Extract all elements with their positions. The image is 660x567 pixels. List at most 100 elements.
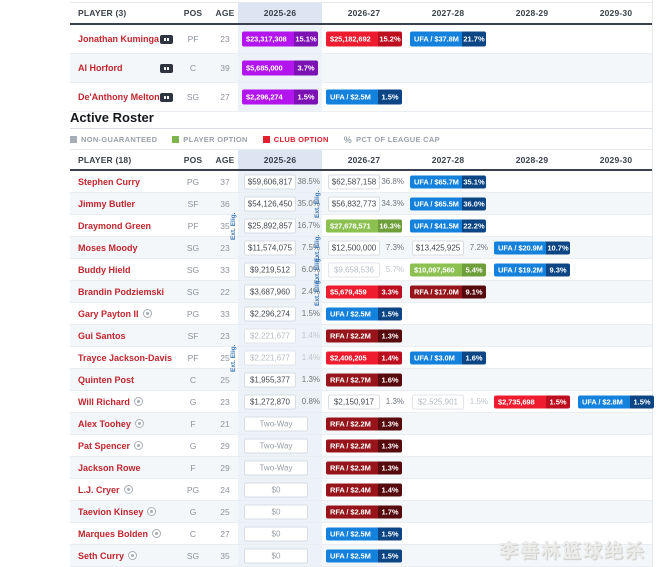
- player-note-icon[interactable]: [152, 529, 161, 538]
- player-cell: Gary Payton II: [78, 303, 152, 324]
- player-note-icon[interactable]: [134, 397, 143, 406]
- cap-pct: 1.3%: [296, 369, 320, 390]
- salary-value: RFA / $2.2M: [326, 439, 378, 452]
- player-name-link[interactable]: Gary Payton II: [78, 309, 139, 319]
- legend-label: CLUB OPTION: [274, 135, 329, 144]
- salary-value: UFA / $2.5M: [326, 90, 378, 105]
- rfa-pill: RFA / $2.3M1.3%: [326, 461, 402, 474]
- cap-pct: 1.3%: [378, 439, 402, 452]
- col-header-season-2026-27: 2026-27: [322, 3, 406, 23]
- age-cell: 33: [205, 303, 245, 324]
- row-moses-moody: Moses MoodySG23$11,574,0757.5%$12,500,00…: [70, 237, 652, 259]
- cap-pct: 1.5%: [378, 527, 402, 540]
- player-note-icon[interactable]: [147, 507, 156, 516]
- row-gary-payton-ii: Gary Payton IIPG33$2,296,2741.5%UFA / $2…: [70, 303, 652, 325]
- salary-box: $2,221,677: [244, 350, 296, 365]
- salary-value: RFA / $2.7M: [326, 373, 378, 386]
- age-cell: 29: [205, 435, 245, 456]
- player-name-link[interactable]: Draymond Green: [78, 221, 151, 231]
- cap-pct: 3.7%: [294, 61, 318, 76]
- salary-value: $2,735,698: [494, 395, 546, 408]
- age-cell: 35: [205, 545, 245, 566]
- player-cell: Will Richard: [78, 391, 143, 412]
- age-cell: 22: [205, 281, 245, 302]
- active-roster-table: PLAYER (18)POSAGE2025-262026-272027-2820…: [70, 149, 652, 567]
- player-name-link[interactable]: Moses Moody: [78, 243, 138, 253]
- legend: NON-GUARANTEEDPLAYER OPTIONCLUB OPTION%P…: [70, 133, 440, 146]
- player-name-link[interactable]: Seth Curry: [78, 551, 124, 561]
- player-name-link[interactable]: Trayce Jackson-Davis: [78, 353, 172, 363]
- cap-pct: 15.2%: [378, 32, 402, 47]
- salary-box: $0: [244, 504, 308, 519]
- player-name-link[interactable]: Gui Santos: [78, 331, 126, 341]
- player-name-link[interactable]: Quinten Post: [78, 375, 134, 385]
- ufa-pill: UFA / $65.5M36.0%: [410, 197, 486, 210]
- col-header-season-2029-30: 2029-30: [574, 150, 658, 169]
- note-dot: [138, 422, 141, 425]
- player-name-link[interactable]: Alex Toohey: [78, 419, 131, 429]
- player-note-icon[interactable]: [135, 419, 144, 428]
- player-name-link[interactable]: Jonathan Kuminga: [78, 34, 159, 44]
- player-name-link[interactable]: Jackson Rowe: [78, 463, 141, 473]
- contract-badge-icon: [160, 64, 173, 73]
- salary-box: Two-Way: [244, 416, 308, 431]
- cap-pct: 16.3%: [378, 219, 402, 232]
- salary-box: $2,525,901: [412, 394, 464, 409]
- cap-pct: 7.3%: [380, 237, 404, 258]
- note-dot: [137, 444, 140, 447]
- player-cell: Jimmy Butler: [78, 193, 135, 214]
- age-cell: 23: [205, 237, 245, 258]
- player-name-link[interactable]: Brandin Podziemski: [78, 287, 164, 297]
- player-name-link[interactable]: Marques Bolden: [78, 529, 148, 539]
- player-name-link[interactable]: Will Richard: [78, 397, 130, 407]
- player-name-link[interactable]: Buddy Hield: [78, 265, 131, 275]
- age-cell: 25: [205, 369, 245, 390]
- cap-pct: 35.1%: [462, 175, 486, 188]
- legend-item-club-option: CLUB OPTION: [263, 135, 329, 144]
- salary-cap-page: PLAYER (3)POSAGE2025-262026-272027-28202…: [70, 0, 653, 567]
- player-name-link[interactable]: Jimmy Butler: [78, 199, 135, 209]
- player-name-link[interactable]: Taevion Kinsey: [78, 507, 143, 517]
- player-note-icon[interactable]: [128, 551, 137, 560]
- badge-mark: [167, 96, 169, 99]
- salary-value: RFA / $2.2M: [326, 417, 378, 430]
- row-jackson-rowe: Jackson RoweF29Two-WayRFA / $2.3M1.3%: [70, 457, 652, 479]
- player-cell: De'Anthony Melton: [78, 83, 173, 111]
- player-name-link[interactable]: Stephen Curry: [78, 177, 140, 187]
- player-name-link[interactable]: Pat Spencer: [78, 441, 130, 451]
- ufa-pill: UFA / $41.5M22.2%: [410, 219, 486, 232]
- player-note-icon[interactable]: [134, 441, 143, 450]
- ext-elig-tag: Ext. Elig.: [229, 342, 238, 374]
- age-cell: 25: [205, 347, 245, 368]
- salary-value: UFA / $19.2M: [494, 263, 546, 276]
- legend-label: PLAYER OPTION: [183, 135, 247, 144]
- row-quinten-post: Quinten PostC25$1,955,3771.3%RFA / $2.7M…: [70, 369, 652, 391]
- cap-pct: 1.3%: [378, 329, 402, 342]
- age-cell: 37: [205, 171, 245, 192]
- player-note-icon[interactable]: [124, 485, 133, 494]
- salary-option-pill: $23,317,30815.1%: [242, 32, 318, 47]
- cap-pct: 1.6%: [378, 373, 402, 386]
- cap-pct: 1.5%: [630, 395, 654, 408]
- player-name-link[interactable]: Al Horford: [78, 63, 123, 73]
- salary-value: $2,406,205: [326, 351, 378, 364]
- salary-box: $25,892,857: [244, 218, 296, 233]
- cap-pct: 1.4%: [296, 325, 320, 346]
- salary-value: $10,097,560: [410, 263, 462, 276]
- salary-value: RFA / $2.2M: [326, 329, 378, 342]
- badge-mark: [167, 67, 169, 70]
- ufa-pill: UFA / $2.5M1.5%: [326, 307, 402, 320]
- player-cell: Jackson Rowe: [78, 457, 141, 478]
- rfa-pill: RFA / $17.0M9.1%: [410, 285, 486, 298]
- note-dot: [137, 400, 140, 403]
- player-note-icon[interactable]: [143, 309, 152, 318]
- salary-box: Two-Way: [244, 460, 308, 475]
- note-dot: [150, 510, 153, 513]
- player-name-link[interactable]: L.J. Cryer: [78, 485, 120, 495]
- contract-badge-icon: [160, 35, 173, 44]
- age-cell: 29: [205, 457, 245, 478]
- row-l-j-cryer: L.J. CryerPG24$0RFA / $2.4M1.4%: [70, 479, 652, 501]
- cap-pct: 1.5%: [546, 395, 570, 408]
- player-name-link[interactable]: De'Anthony Melton: [78, 92, 160, 102]
- salary-box: $13,425,925: [412, 240, 464, 255]
